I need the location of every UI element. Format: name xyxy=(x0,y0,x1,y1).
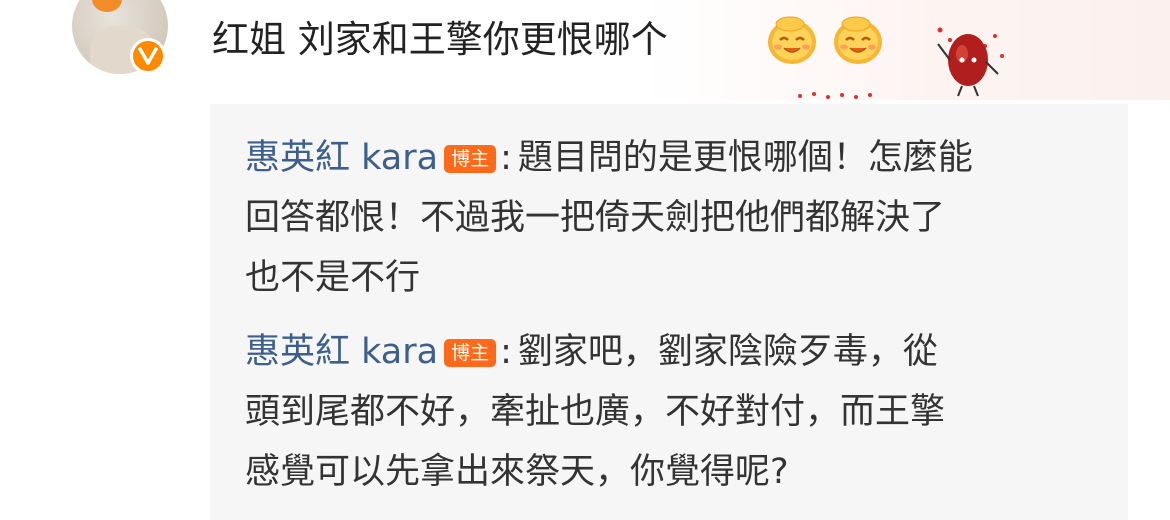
reply-colon: : xyxy=(500,332,512,372)
reply-text-line: 題目問的是更恨哪個！怎麼能 xyxy=(517,138,973,178)
reply-text-line: 回答都恨！不過我一把倚天劍把他們都解決了 xyxy=(245,198,946,238)
comment-page: 红姐 刘家和王擎你更恨哪个 惠英紅 kara 博主: 題目問的是更恨哪個！怎麼… xyxy=(0,0,1170,520)
reply-item[interactable]: 惠英紅 kara 博主: 題目問的是更恨哪個！怎麼能 回答都恨！不過我一把倚天劍把他… xyxy=(245,128,1105,308)
comment-text: 红姐 刘家和王擎你更恨哪个 xyxy=(212,18,668,61)
reply-text-line: 頭到尾都不好，牽扯也廣，不好對付，而王擎 xyxy=(245,392,946,432)
reply-username[interactable]: 惠英紅 kara xyxy=(245,332,438,372)
reply-username[interactable]: 惠英紅 kara xyxy=(245,138,438,178)
owner-tag-badge: 博主 xyxy=(444,339,497,367)
reply-colon: : xyxy=(500,138,512,178)
avatar-hand xyxy=(92,0,122,12)
red-bean-decoration-icon xyxy=(798,27,1004,99)
reply-text-line: 也不是不行 xyxy=(245,258,421,298)
reply-item[interactable]: 惠英紅 kara 博主: 劉家吧，劉家陰險歹毒，從 頭到尾都不好，牽扯也廣，不好對付… xyxy=(245,322,1105,502)
owner-tag-badge: 博主 xyxy=(444,145,497,173)
reply-text-line: 劉家吧，劉家陰險歹毒，從 xyxy=(517,332,938,372)
verified-badge-icon xyxy=(130,38,166,74)
reply-text-line: 感覺可以先拿出來祭天，你覺得呢? xyxy=(245,452,789,492)
